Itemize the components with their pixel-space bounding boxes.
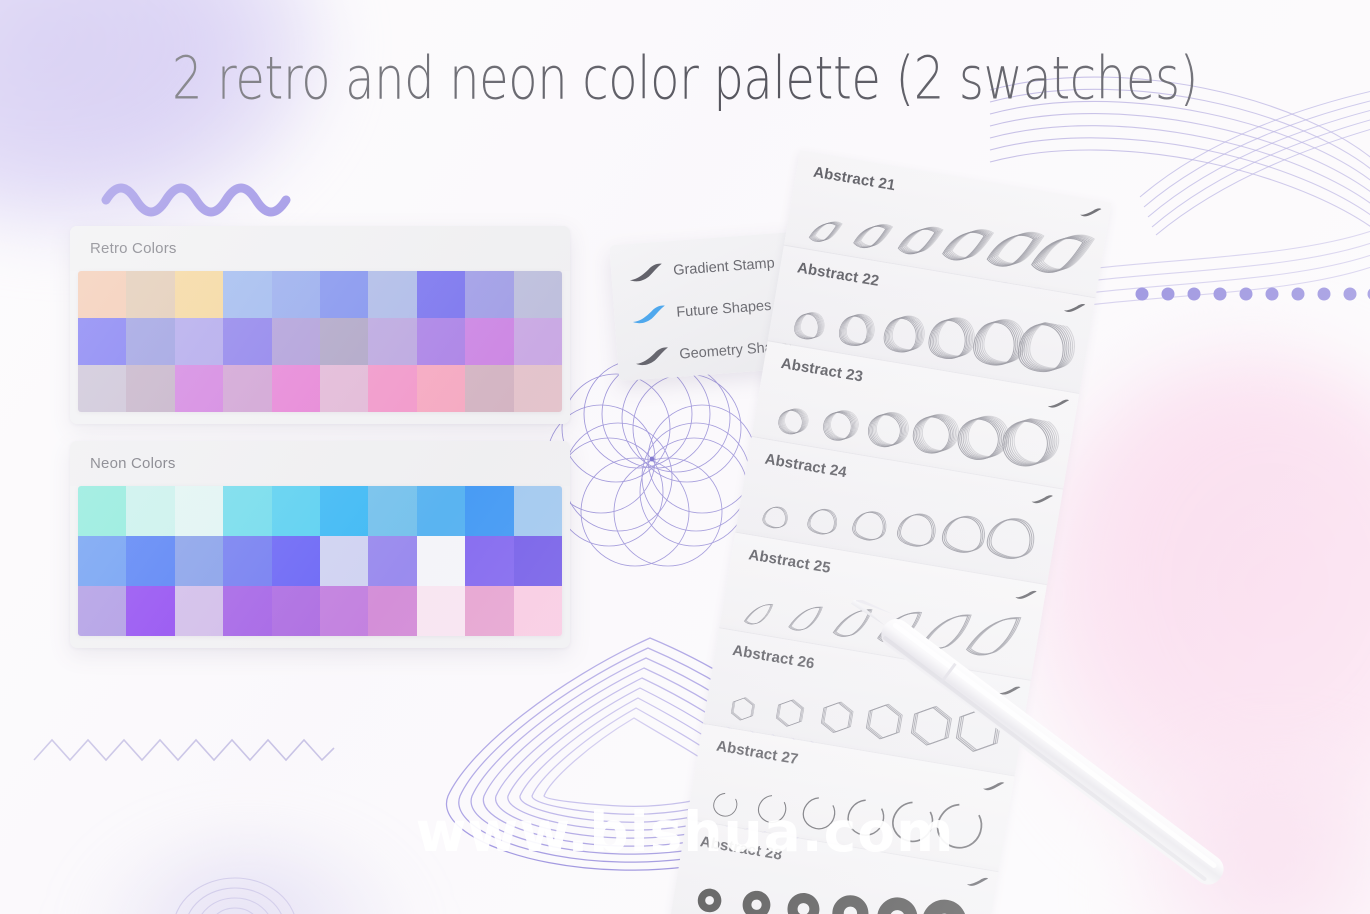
purple-blob [0, 0, 330, 240]
color-swatch[interactable] [174, 365, 224, 412]
color-swatch[interactable] [78, 536, 127, 586]
color-swatch[interactable] [368, 486, 417, 536]
color-swatch[interactable] [513, 271, 562, 318]
brush-stroke-icon [629, 263, 662, 282]
canvas-stage: 2 retro and neon color palette (2 swatch… [0, 0, 1370, 914]
color-swatch[interactable] [271, 271, 320, 318]
color-swatch[interactable] [416, 318, 466, 365]
color-swatch[interactable] [223, 536, 272, 586]
color-swatch[interactable] [416, 586, 466, 636]
color-swatch[interactable] [126, 586, 175, 636]
brush-stroke-icon [1031, 495, 1053, 504]
brush-stroke-icon [1080, 208, 1102, 217]
color-swatch[interactable] [78, 318, 127, 365]
brush-stroke-icon [636, 347, 668, 366]
color-swatch[interactable] [320, 536, 369, 586]
brush-stroke-icon [1047, 399, 1070, 408]
color-swatch[interactable] [513, 318, 562, 365]
color-swatch[interactable] [368, 365, 417, 412]
retro-palette-title: Retro Colors [70, 226, 570, 271]
color-swatch[interactable] [126, 271, 175, 318]
dotted-line-icon [1135, 287, 1370, 301]
color-swatch[interactable] [320, 365, 369, 412]
color-swatch[interactable] [271, 536, 320, 586]
brush-item-label: Gradient Stamp [672, 255, 776, 279]
retro-palette-card[interactable]: Retro Colors [70, 226, 570, 424]
color-swatch[interactable] [78, 365, 127, 412]
color-swatch[interactable] [271, 318, 320, 365]
brush-stroke-icon [632, 305, 665, 324]
color-swatch[interactable] [271, 365, 320, 412]
page-title: 2 retro and neon color palette (2 swatch… [172, 44, 1198, 113]
color-swatch[interactable] [174, 271, 224, 318]
color-swatch[interactable] [513, 486, 562, 536]
color-swatch[interactable] [78, 486, 127, 536]
color-swatch[interactable] [465, 318, 514, 365]
brush-item-label: Future Shapes [675, 297, 772, 321]
color-swatch[interactable] [223, 586, 272, 636]
color-swatch[interactable] [271, 586, 320, 636]
spirograph-icon [546, 359, 757, 567]
retro-swatch-grid[interactable] [78, 271, 562, 412]
color-swatch[interactable] [320, 486, 369, 536]
color-swatch[interactable] [126, 536, 175, 586]
color-swatch[interactable] [368, 586, 417, 636]
brush-stroke-icon [1063, 304, 1086, 312]
watermark: www.bishua.com [415, 800, 955, 864]
color-swatch[interactable] [223, 318, 272, 365]
color-swatch[interactable] [465, 536, 514, 586]
retro-swatch-wrap [70, 271, 570, 424]
color-swatch[interactable] [465, 365, 514, 412]
neon-swatch-wrap [70, 486, 570, 648]
color-swatch[interactable] [416, 536, 466, 586]
color-swatch[interactable] [368, 536, 417, 586]
color-swatch[interactable] [223, 271, 272, 318]
color-swatch[interactable] [126, 486, 175, 536]
neon-palette-card[interactable]: Neon Colors [70, 441, 570, 648]
color-swatch[interactable] [223, 486, 272, 536]
stylus-pen [850, 600, 1224, 885]
color-swatch[interactable] [513, 536, 562, 586]
color-swatch[interactable] [271, 486, 320, 536]
color-swatch[interactable] [126, 365, 175, 412]
color-swatch[interactable] [513, 586, 562, 636]
color-swatch[interactable] [465, 271, 514, 318]
color-swatch[interactable] [368, 318, 417, 365]
color-swatch[interactable] [78, 271, 127, 318]
color-swatch[interactable] [320, 586, 369, 636]
color-swatch[interactable] [513, 365, 562, 412]
color-swatch[interactable] [320, 318, 369, 365]
color-swatch[interactable] [174, 486, 224, 536]
color-swatch[interactable] [174, 536, 224, 586]
neon-palette-title: Neon Colors [70, 441, 570, 486]
color-swatch[interactable] [78, 586, 127, 636]
color-swatch[interactable] [465, 586, 514, 636]
color-swatch[interactable] [465, 486, 514, 536]
color-swatch[interactable] [223, 365, 272, 412]
color-swatch[interactable] [416, 271, 466, 318]
zigzag-line-icon [33, 738, 335, 762]
color-swatch[interactable] [174, 318, 224, 365]
color-swatch[interactable] [320, 271, 369, 318]
color-swatch[interactable] [174, 586, 224, 636]
color-swatch[interactable] [416, 365, 466, 412]
color-swatch[interactable] [126, 318, 175, 365]
color-swatch[interactable] [416, 486, 466, 536]
color-swatch[interactable] [368, 271, 417, 318]
neon-swatch-grid[interactable] [78, 486, 562, 636]
